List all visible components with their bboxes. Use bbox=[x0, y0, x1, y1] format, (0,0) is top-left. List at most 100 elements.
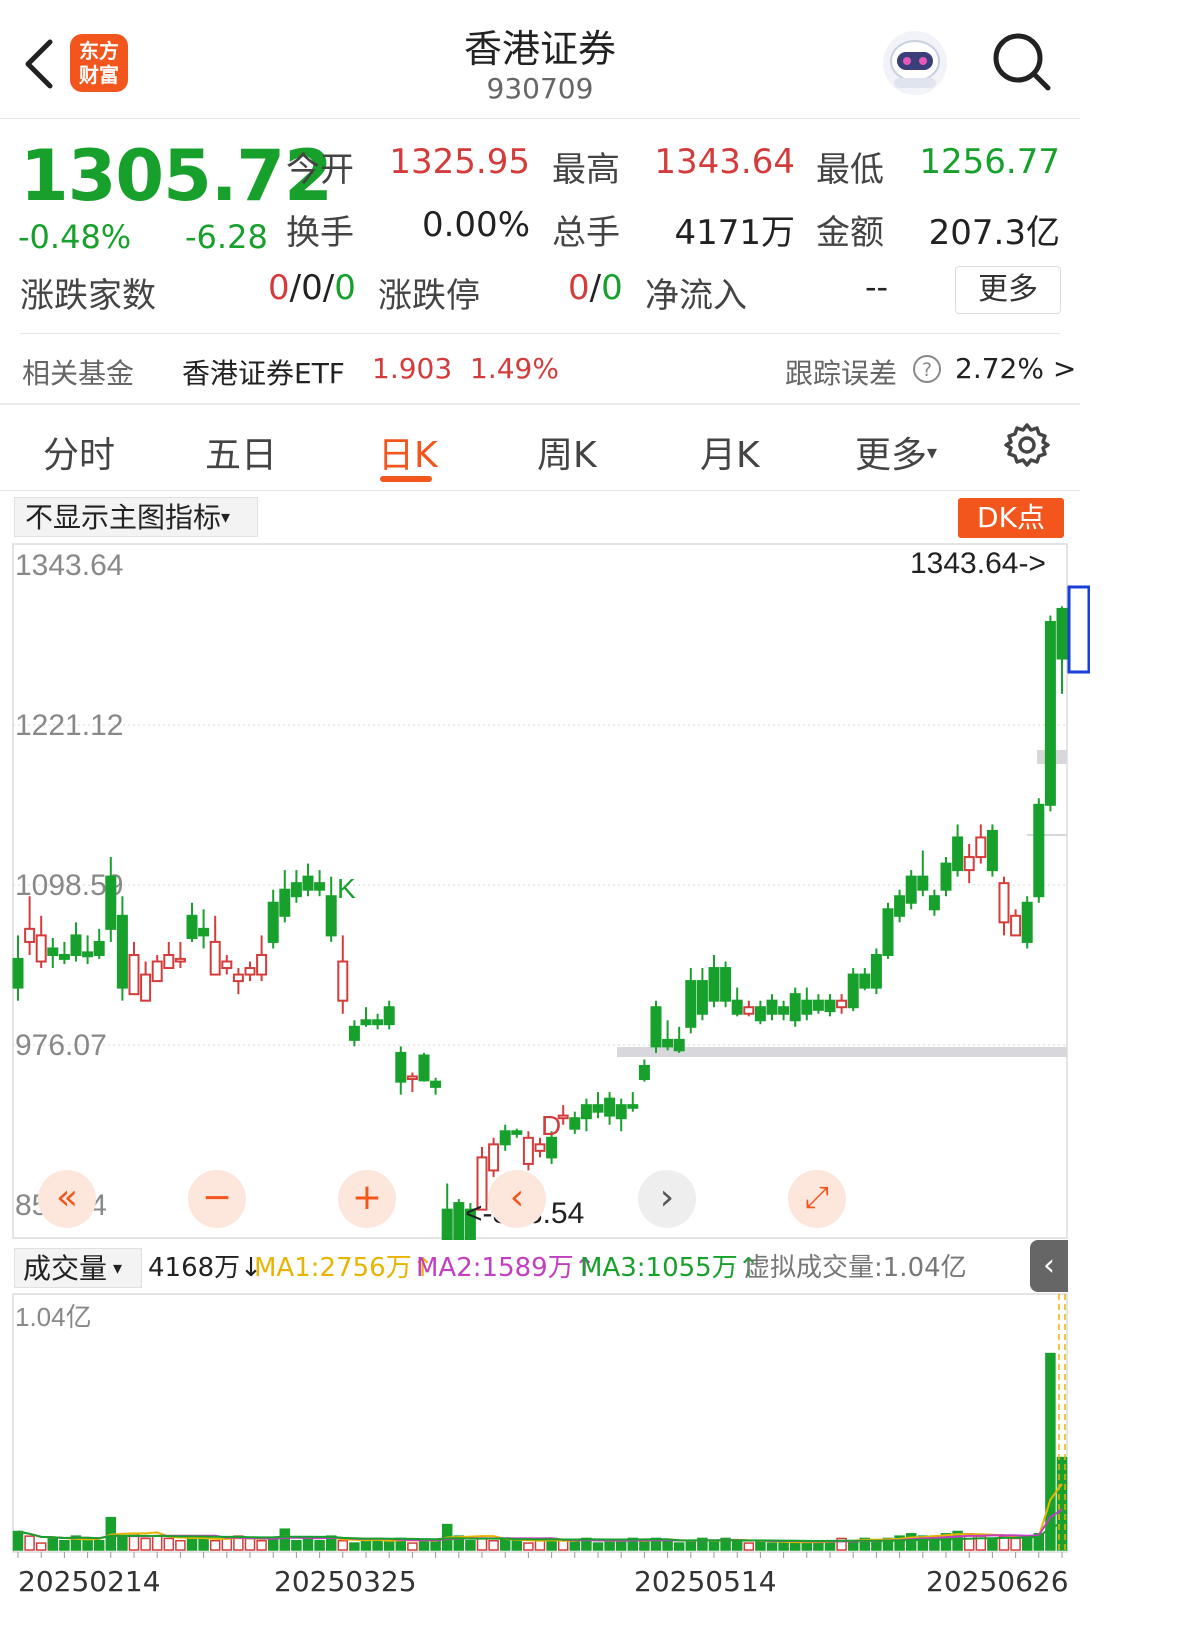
candle-body bbox=[325, 895, 337, 937]
volume-bar bbox=[337, 1540, 349, 1551]
candle-body bbox=[824, 999, 836, 1013]
open-label: 今开 bbox=[286, 150, 354, 190]
candle-body bbox=[499, 1130, 511, 1146]
volume-bar bbox=[662, 1540, 673, 1551]
candle-body bbox=[1056, 607, 1068, 660]
volume-bar bbox=[59, 1540, 70, 1551]
tab-monthly-k[interactable]: 月K bbox=[700, 426, 760, 478]
candle-body bbox=[940, 862, 952, 891]
candle-body bbox=[673, 1038, 685, 1052]
candle-body bbox=[128, 953, 140, 996]
tracking-value[interactable]: 2.72% > bbox=[955, 352, 1076, 385]
candle-body bbox=[963, 856, 975, 872]
candle-body bbox=[604, 1097, 616, 1117]
candle-body bbox=[186, 914, 198, 940]
candle-body bbox=[986, 829, 998, 872]
volume-ma1: MA1:2756万↑ bbox=[254, 1253, 434, 1283]
candle-body bbox=[569, 1117, 581, 1130]
tab-daily-k[interactable]: 日K bbox=[378, 426, 438, 478]
volume-bar bbox=[221, 1537, 233, 1551]
candle-body bbox=[627, 1104, 639, 1109]
tab-intraday[interactable]: 分时 bbox=[43, 426, 115, 478]
candle-body bbox=[998, 882, 1010, 924]
volume-bar bbox=[755, 1540, 766, 1551]
candle-body bbox=[441, 1208, 453, 1240]
fullscreen-icon[interactable]: ⤢ bbox=[788, 1170, 846, 1228]
volume-bar bbox=[418, 1540, 430, 1551]
candle-body bbox=[580, 1104, 592, 1120]
tab-weekly-k[interactable]: 周K bbox=[537, 426, 597, 478]
date-label: 20250514 bbox=[634, 1565, 777, 1598]
volume-bar bbox=[905, 1533, 917, 1551]
tracking-label[interactable]: 跟踪误差 bbox=[785, 352, 897, 392]
inflow-label: 净流入 bbox=[645, 276, 747, 316]
main-indicator-select[interactable]: 不显示主图指标▾ bbox=[14, 497, 258, 537]
volume-bar bbox=[731, 1540, 743, 1551]
scroll-right-icon[interactable]: › bbox=[638, 1170, 696, 1228]
candle-body bbox=[847, 973, 859, 1009]
date-label: 20250325 bbox=[274, 1565, 417, 1598]
dk-points-button[interactable]: DK点 bbox=[958, 498, 1064, 538]
more-quote-button[interactable]: 更多 bbox=[955, 266, 1061, 314]
volume-ma2: MA2:1589万↑ bbox=[416, 1253, 596, 1283]
assistant-robot-icon[interactable] bbox=[880, 28, 950, 98]
volume-bar bbox=[117, 1535, 128, 1551]
candle-body bbox=[209, 940, 221, 976]
volume-bar bbox=[302, 1537, 314, 1551]
volume-indicator-select[interactable]: 成交量 ▾ bbox=[14, 1248, 142, 1288]
tab-five-day[interactable]: 五日 bbox=[205, 426, 277, 478]
candle-body bbox=[279, 888, 291, 917]
volume-chart[interactable]: 1.04亿 bbox=[0, 1292, 1090, 1562]
volume-bar bbox=[383, 1540, 395, 1551]
active-tab-indicator bbox=[380, 476, 432, 482]
fund-name[interactable]: 香港证券ETF bbox=[182, 352, 345, 392]
candle-body bbox=[12, 957, 24, 989]
candle-body bbox=[383, 1006, 395, 1026]
candle-body bbox=[894, 895, 906, 917]
candle-body bbox=[812, 999, 824, 1011]
candle-body bbox=[650, 1006, 662, 1048]
volume-bar bbox=[244, 1537, 256, 1551]
zoom-in-icon[interactable]: + bbox=[338, 1170, 396, 1228]
volume-bar bbox=[743, 1542, 755, 1551]
candle-body bbox=[232, 973, 244, 983]
candle-body bbox=[430, 1080, 442, 1088]
candle-body bbox=[731, 999, 743, 1015]
virtual-candle-box bbox=[1067, 585, 1090, 674]
volume-bar bbox=[349, 1542, 360, 1551]
candle-body bbox=[708, 967, 720, 1002]
candle-body bbox=[1021, 901, 1033, 943]
candle-body bbox=[778, 1006, 790, 1015]
candle-body bbox=[256, 953, 268, 976]
candle-body bbox=[592, 1104, 604, 1113]
collapse-panel-icon[interactable]: ‹ bbox=[1030, 1240, 1068, 1292]
candle-body bbox=[140, 973, 152, 1002]
signal-d: D bbox=[541, 1110, 561, 1141]
low-label: 最低 bbox=[816, 150, 884, 190]
volume-bar bbox=[499, 1537, 511, 1551]
candle-body bbox=[859, 973, 871, 989]
volume-bar bbox=[476, 1537, 488, 1551]
volume-bar bbox=[12, 1530, 24, 1551]
candle-body bbox=[221, 960, 233, 970]
candle-body bbox=[534, 1143, 546, 1152]
low-value: 1256.77 bbox=[919, 142, 1060, 182]
volume-bar bbox=[523, 1542, 534, 1551]
volume-bar bbox=[557, 1540, 569, 1551]
kline-chart[interactable]: 1343.641221.121098.59976.07853.54 1343.6… bbox=[0, 540, 1090, 1240]
help-icon[interactable]: ? bbox=[912, 354, 942, 384]
zoom-out-icon[interactable]: − bbox=[188, 1170, 246, 1228]
scroll-left-icon[interactable]: ‹ bbox=[488, 1170, 546, 1228]
tab-more[interactable]: 更多▾ bbox=[855, 426, 937, 478]
candle-body bbox=[360, 1019, 372, 1026]
candle-body bbox=[418, 1054, 430, 1082]
search-icon[interactable] bbox=[990, 30, 1054, 94]
volume-label: 总手 bbox=[552, 213, 620, 253]
volume-bar bbox=[604, 1540, 615, 1551]
candle-body bbox=[638, 1064, 650, 1081]
volume-bar bbox=[291, 1540, 302, 1551]
candle-body bbox=[116, 914, 128, 989]
scroll-left-fast-icon[interactable]: « bbox=[38, 1170, 96, 1228]
settings-gear-icon[interactable] bbox=[1004, 422, 1050, 468]
turnover-value: 0.00% bbox=[421, 205, 530, 245]
